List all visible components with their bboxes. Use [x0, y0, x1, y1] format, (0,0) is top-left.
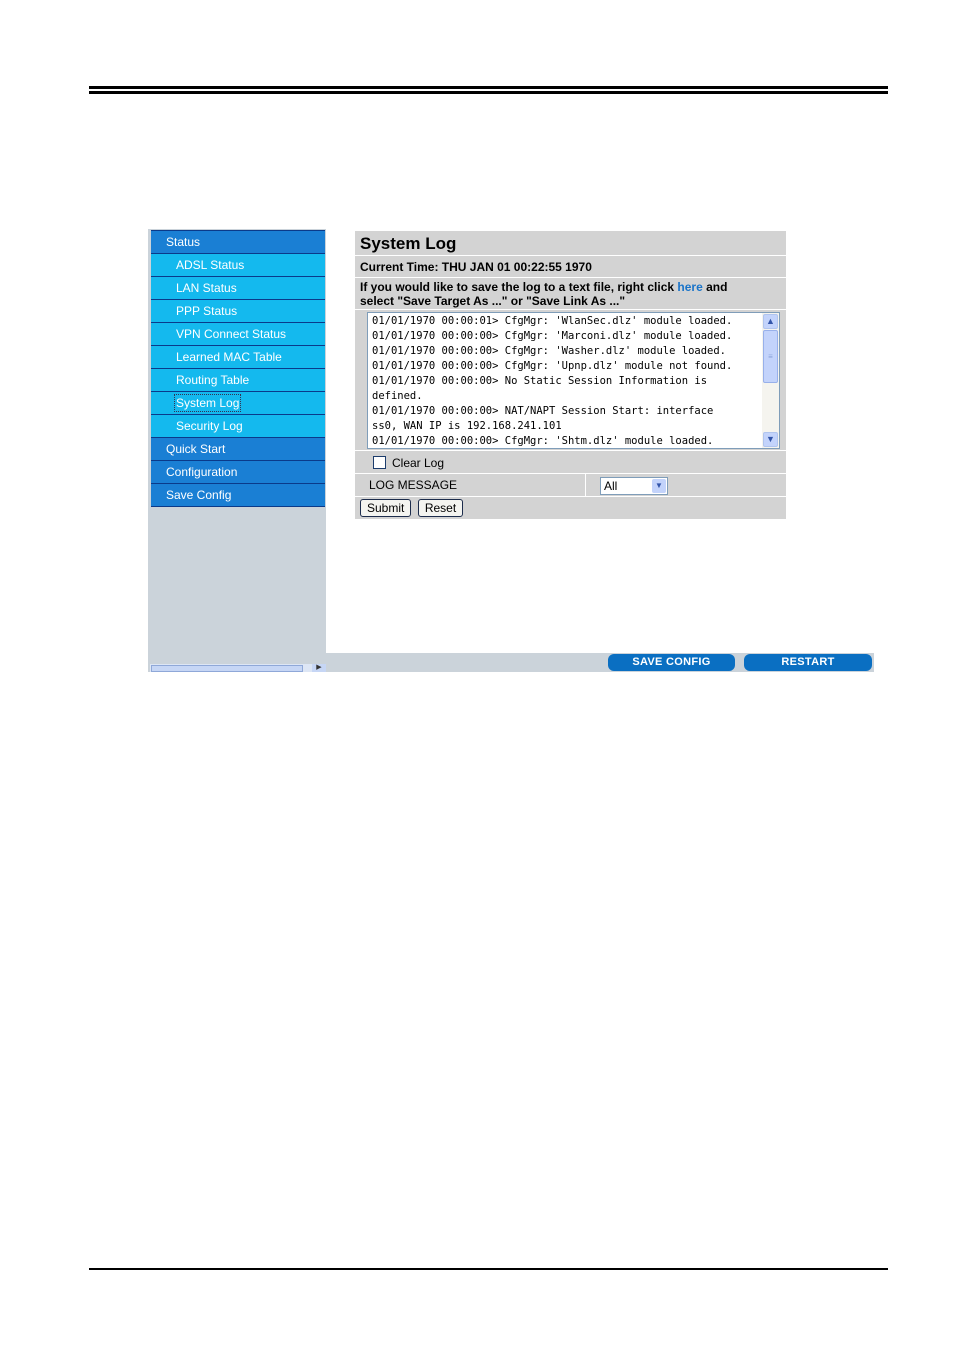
- clear-log-checkbox[interactable]: [373, 456, 386, 469]
- page-title: System Log: [355, 231, 786, 256]
- clear-log-label: Clear Log: [392, 456, 445, 470]
- reset-button[interactable]: Reset: [417, 499, 464, 517]
- save-config-button[interactable]: SAVE CONFIG: [608, 654, 735, 671]
- note-text: and: [702, 280, 728, 294]
- sidebar-item-learned-mac-table[interactable]: Learned MAC Table: [151, 346, 325, 369]
- scrollbar-thumb[interactable]: [151, 665, 303, 672]
- log-textarea[interactable]: 01/01/1970 00:00:01> CfgMgr: 'WlanSec.dl…: [367, 312, 780, 449]
- system-log-panel: System Log Current Time: THU JAN 01 00:2…: [355, 231, 786, 519]
- sidebar-item-status[interactable]: Status: [151, 230, 325, 254]
- save-log-instructions: If you would like to save the log to a t…: [355, 278, 786, 310]
- sidebar-item-adsl-status[interactable]: ADSL Status: [151, 254, 325, 277]
- sidebar-item-security-log[interactable]: Security Log: [151, 415, 325, 438]
- log-message-cell: All ▼: [586, 474, 668, 496]
- footer-rule: [89, 1268, 888, 1270]
- clear-log-row: Clear Log: [355, 450, 786, 474]
- scroll-down-icon[interactable]: ▼: [763, 432, 778, 447]
- scrollbar-thumb[interactable]: ≡: [763, 330, 778, 383]
- note-text: select "Save Target As ..." or "Save Lin…: [360, 294, 626, 308]
- scroll-right-icon[interactable]: ▶: [312, 664, 326, 672]
- log-line: defined.: [372, 390, 423, 402]
- sidebar-item-routing-table[interactable]: Routing Table: [151, 369, 325, 392]
- select-value: All: [604, 479, 618, 493]
- scroll-up-icon[interactable]: ▲: [763, 314, 778, 329]
- log-message-label: LOG MESSAGE: [355, 474, 586, 496]
- sidebar-item-quick-start[interactable]: Quick Start: [151, 438, 325, 461]
- sidebar-horizontal-scrollbar[interactable]: ▶: [150, 664, 326, 672]
- log-line: ss0, WAN IP is 192.168.241.101: [372, 420, 562, 432]
- log-message-row: LOG MESSAGE All ▼: [355, 474, 786, 497]
- save-log-link[interactable]: here: [677, 280, 702, 294]
- log-line: 01/01/1970 00:00:00> CfgMgr: 'Washer.dlz…: [372, 345, 727, 357]
- header-rule: [89, 86, 888, 89]
- sidebar-item-lan-status[interactable]: LAN Status: [151, 277, 325, 300]
- content-area: System Log Current Time: THU JAN 01 00:2…: [326, 229, 874, 655]
- sidebar-item-save-config[interactable]: Save Config: [151, 484, 325, 507]
- submit-button[interactable]: Submit: [360, 499, 412, 517]
- log-line: 01/01/1970 00:00:00> NAT/NAPT Session St…: [372, 405, 714, 417]
- log-vertical-scrollbar[interactable]: ▲ ≡ ▼: [762, 313, 779, 448]
- note-text: If you would like to save the log to a t…: [360, 280, 678, 294]
- sidebar-item-ppp-status[interactable]: PPP Status: [151, 300, 325, 323]
- log-line: 01/01/1970 00:00:00> CfgMgr: 'Marconi.dl…: [372, 330, 733, 342]
- sidebar-item-vpn-connect-status[interactable]: VPN Connect Status: [151, 323, 325, 346]
- log-line: 01/01/1970 00:00:00> No Static Session I…: [372, 375, 708, 387]
- sidebar-item-system-log[interactable]: System Log: [151, 392, 325, 415]
- log-line: 01/01/1970 00:00:01> CfgMgr: 'WlanSec.dl…: [372, 315, 733, 327]
- log-message-select[interactable]: All ▼: [600, 477, 668, 495]
- sidebar-item-configuration[interactable]: Configuration: [151, 461, 325, 484]
- restart-button[interactable]: RESTART: [744, 654, 872, 671]
- chevron-down-icon[interactable]: ▼: [652, 479, 666, 493]
- sidebar: Status ADSL Status LAN Status PPP Status…: [148, 229, 326, 672]
- sidebar-item-label: System Log: [173, 394, 242, 412]
- form-buttons: Submit Reset: [355, 497, 786, 519]
- log-line: 01/01/1970 00:00:00> CfgMgr: 'Upnp.dlz' …: [372, 360, 733, 372]
- log-box-row: 01/01/1970 00:00:01> CfgMgr: 'WlanSec.dl…: [355, 310, 786, 450]
- log-line: 01/01/1970 00:00:00> CfgMgr: 'Shtm.dlz' …: [372, 435, 714, 447]
- log-text: 01/01/1970 00:00:01> CfgMgr: 'WlanSec.dl…: [372, 314, 764, 448]
- header-rule: [89, 91, 888, 94]
- sidebar-menu: Status ADSL Status LAN Status PPP Status…: [151, 230, 325, 507]
- current-time: Current Time: THU JAN 01 00:22:55 1970: [355, 256, 786, 278]
- router-ui-screenshot: Status ADSL Status LAN Status PPP Status…: [148, 229, 874, 672]
